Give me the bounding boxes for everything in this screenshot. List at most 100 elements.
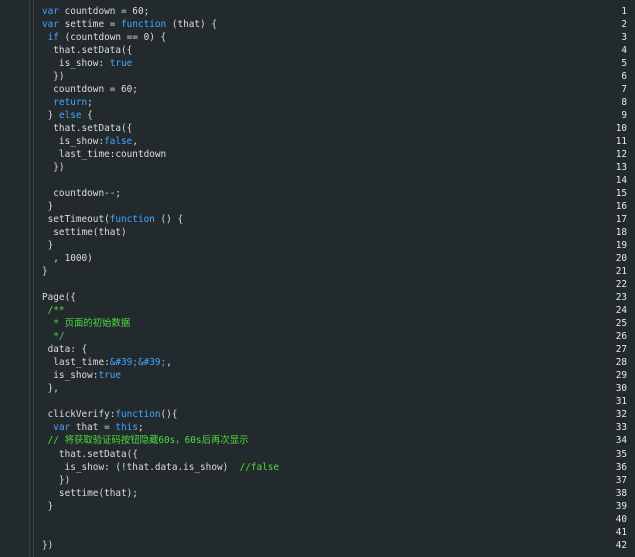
- text-token: }: [42, 109, 59, 121]
- code-line[interactable]: settime(that);: [42, 487, 138, 500]
- keyword-token: function: [109, 213, 155, 225]
- line-number: 1: [621, 5, 627, 17]
- code-line[interactable]: that.setData({: [42, 44, 132, 57]
- comment-token: */: [42, 331, 65, 343]
- code-line[interactable]: countdown = 60;: [42, 83, 138, 96]
- line-number: 31: [615, 396, 627, 408]
- keyword-token: var: [53, 422, 71, 434]
- text-token: }: [42, 266, 48, 278]
- keyword-token: return: [53, 96, 88, 108]
- code-line[interactable]: that.setData({: [42, 122, 132, 135]
- keyword-token: function: [115, 409, 161, 421]
- code-line[interactable]: data: {: [42, 343, 88, 356]
- line-number: 41: [615, 526, 627, 538]
- code-line[interactable]: var countdown = 60;: [42, 5, 149, 18]
- text-token: countdown = 60;: [42, 83, 138, 95]
- keyword-token: &#39;&#39;: [109, 357, 167, 369]
- code-line[interactable]: }): [42, 70, 64, 83]
- text-token: that.setData({: [42, 44, 133, 56]
- code-line[interactable]: },: [42, 382, 59, 395]
- text-token: settime =: [58, 18, 122, 30]
- line-number: 27: [615, 344, 627, 356]
- keyword-token: function: [121, 18, 167, 30]
- code-line[interactable]: var settime = function (that) {: [42, 18, 217, 31]
- code-line[interactable]: is_show:false,: [42, 135, 138, 148]
- line-number: 16: [615, 200, 627, 212]
- code-line[interactable]: }): [42, 161, 65, 174]
- line-number: 20: [615, 253, 627, 265]
- text-token: countdown--;: [42, 187, 122, 199]
- code-line[interactable]: settime(that): [42, 226, 126, 239]
- code-line[interactable]: }: [42, 500, 54, 513]
- line-number: 13: [615, 161, 627, 173]
- text-token: data: {: [42, 344, 88, 356]
- gutter-divider: [29, 0, 30, 557]
- code-line[interactable]: is_show: true: [42, 57, 132, 70]
- text-token: is_show:: [42, 57, 110, 69]
- line-number: 35: [615, 448, 627, 460]
- text-token: Page({: [42, 292, 76, 304]
- code-line[interactable]: , 1000): [42, 252, 93, 265]
- line-number: 37: [615, 474, 627, 486]
- line-number: 9: [621, 109, 627, 121]
- text-token: that.setData({: [42, 448, 138, 460]
- code-line[interactable]: Page({: [42, 291, 76, 304]
- text-token: that =: [70, 422, 116, 434]
- comment-token: * 页面的初始数据: [42, 318, 131, 330]
- line-number: 12: [615, 148, 627, 160]
- text-token: (){: [160, 409, 178, 421]
- code-line[interactable]: return;: [42, 96, 93, 109]
- code-line[interactable]: last_time:&#39;&#39;,: [42, 356, 172, 369]
- text-token: last_time:countdown: [42, 148, 167, 160]
- text-token: }): [42, 161, 65, 173]
- text-token: is_show: (!that.data.is_show): [42, 461, 240, 473]
- text-token: clickVerify:: [42, 409, 116, 421]
- code-editor[interactable]: 1 2 3 4 5 6 7 8 9 10 11 12 13 14 15 16 17 18 19 20 21 22 23 24 2…: [0, 0, 635, 557]
- code-line[interactable]: }): [42, 474, 70, 487]
- line-number: 23: [615, 292, 627, 304]
- code-line[interactable]: clickVerify:function(){: [42, 408, 178, 421]
- keyword-token: true: [109, 57, 133, 69]
- code-line[interactable]: } else {: [42, 109, 93, 122]
- line-number: 15: [615, 187, 627, 199]
- code-line[interactable]: }: [42, 200, 54, 213]
- text-token: is_show:: [42, 135, 105, 147]
- line-number: 24: [615, 305, 627, 317]
- code-line[interactable]: */: [42, 330, 65, 343]
- code-line[interactable]: * 页面的初始数据: [42, 317, 130, 330]
- comment-token: /**: [42, 305, 65, 317]
- code-line[interactable]: }: [42, 265, 48, 278]
- line-number: 36: [615, 461, 627, 473]
- code-line[interactable]: /**: [42, 304, 65, 317]
- code-line[interactable]: setTimeout(function () {: [42, 213, 183, 226]
- code-line[interactable]: countdown--;: [42, 187, 121, 200]
- text-token: settime(that);: [42, 487, 138, 499]
- code-line[interactable]: var that = this;: [42, 421, 143, 434]
- text-token: }: [42, 240, 54, 252]
- code-line[interactable]: }): [42, 539, 53, 552]
- text-token: setTimeout(: [42, 213, 110, 225]
- line-number: 22: [615, 279, 627, 291]
- code-line[interactable]: that.setData({: [42, 448, 138, 461]
- code-line[interactable]: is_show: (!that.data.is_show) //false: [42, 461, 280, 474]
- text-token: (that) {: [166, 18, 217, 30]
- code-line[interactable]: last_time:countdown: [42, 148, 166, 161]
- comment-token: // 将获取验证码按钮隐藏60s，60s后再次显示: [42, 435, 249, 447]
- text-token: }: [42, 500, 54, 512]
- line-number: 3: [621, 31, 627, 43]
- text-token: {: [81, 109, 93, 121]
- keyword-token: true: [98, 370, 122, 382]
- code-line[interactable]: is_show:true: [42, 369, 121, 382]
- text-token: () {: [154, 213, 184, 225]
- line-number: 26: [615, 331, 627, 343]
- text-token: }): [42, 474, 71, 486]
- text-token: ;: [87, 96, 93, 108]
- code-line[interactable]: if (countdown == 0) {: [42, 31, 167, 44]
- line-number: 6: [621, 70, 627, 82]
- text-token: ,: [166, 357, 172, 369]
- code-line[interactable]: // 将获取验证码按钮隐藏60s，60s后再次显示: [42, 434, 249, 447]
- line-number: 28: [615, 357, 627, 369]
- code-line[interactable]: }: [42, 239, 54, 252]
